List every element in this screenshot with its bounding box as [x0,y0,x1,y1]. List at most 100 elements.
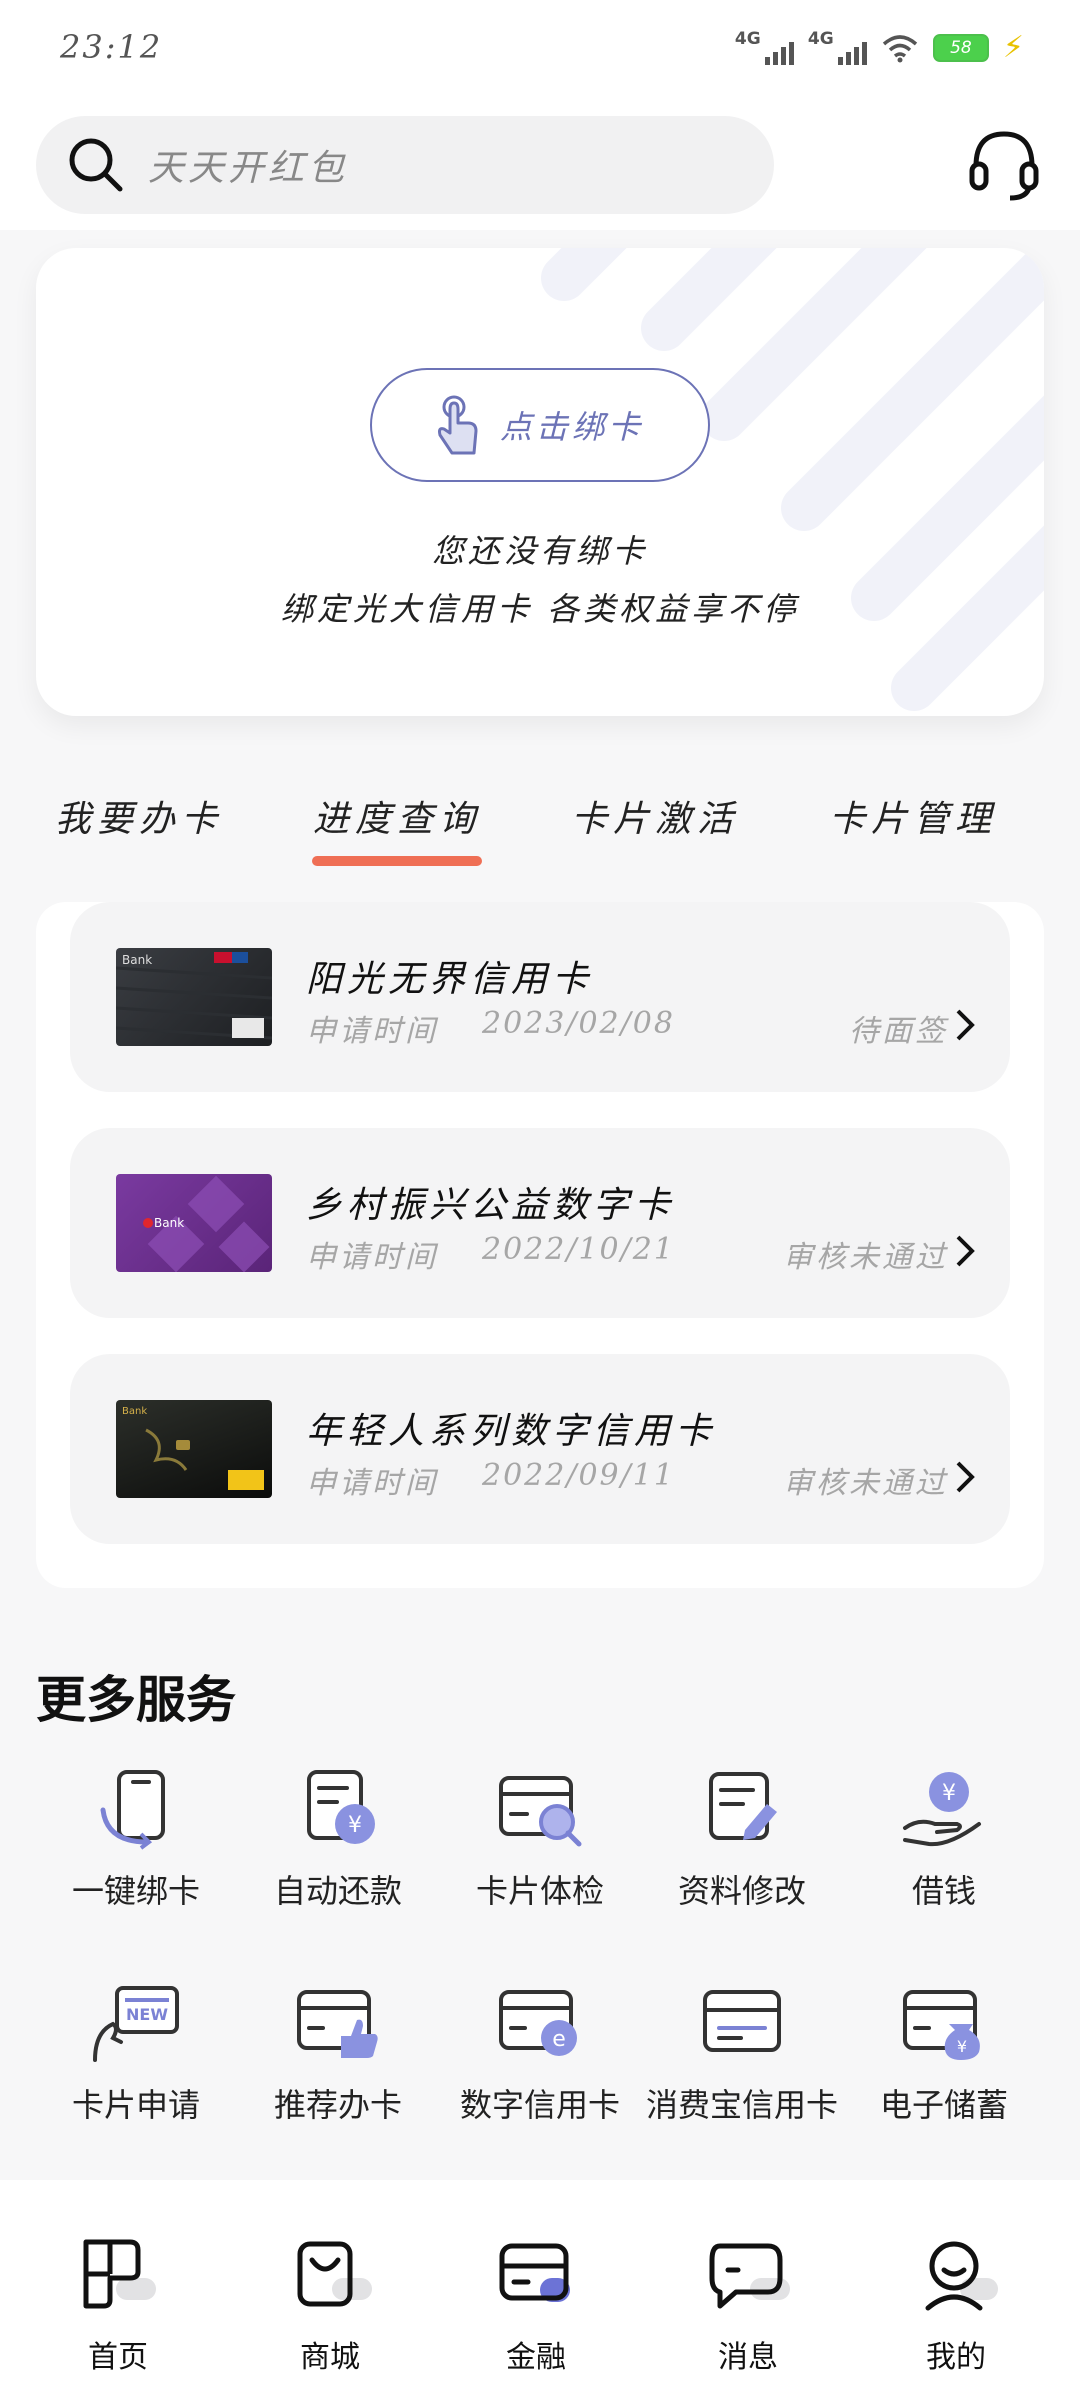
nav-message[interactable]: 消息 [668,2238,828,2376]
list-item[interactable]: Bank 阳光无界信用卡 申请时间 2023/02/08 待面签 [70,902,1010,1092]
profile-icon [925,2241,998,2311]
auto-repay-icon: ¥ [307,1770,375,1844]
status-icons: 4G 4G 58 ⚡ [734,28,1024,66]
tab-apply-card[interactable]: 我要办卡 [24,790,254,842]
service-recommend-card[interactable]: 推荐办卡 [238,1984,438,2126]
card-thumbnail: Bank [116,1174,272,1272]
application-date: 2023/02/08 [482,1006,675,1041]
card-name: 乡村振兴公益数字卡 [306,1185,676,1226]
nav-label: 消息 [718,2340,778,2375]
card-name: 年轻人系列数字信用卡 [306,1411,717,1452]
borrow-money-icon: ¥ [903,1772,981,1847]
wifi-icon [882,34,918,62]
nav-home[interactable]: 首页 [38,2238,198,2376]
card-bank-text: Bank [154,1216,184,1230]
new-card-icon: NEW [93,1986,179,2062]
list-item[interactable]: Bank 年轻人系列数字信用卡 申请时间 2022/09/11 审核未通过 [70,1354,1010,1544]
service-bind-card[interactable]: 一键绑卡 [36,1770,236,1912]
application-status: 审核未通过 [783,1466,948,1501]
chevron-right-icon [956,1009,975,1041]
nav-label: 金融 [506,2340,566,2375]
dark-platinum-card-icon: Bank [116,952,272,1040]
no-card-message: 您还没有绑卡 [431,532,648,570]
nav-mall[interactable]: 商城 [250,2238,410,2376]
service-label: 一键绑卡 [71,1872,200,1910]
bind-card-panel: 点击绑卡 您还没有绑卡 绑定光大信用卡 各类权益享不停 [36,248,1044,716]
application-status: 审核未通过 [783,1240,948,1275]
tab-card-management[interactable]: 卡片管理 [798,790,1028,842]
application-list: Bank 阳光无界信用卡 申请时间 2023/02/08 待面签 Bank 乡村… [36,902,1044,1588]
nav-finance[interactable]: 金融 [456,2238,616,2376]
service-e-savings[interactable]: ¥ 电子储蓄 [844,1984,1044,2126]
card-check-icon [499,1776,582,1847]
decorative-stripes [541,248,1044,711]
chevron-right-icon [956,1235,975,1267]
chevron-right-icon [956,1461,975,1493]
signal-label: 4G [734,28,761,49]
bottom-nav: 首页 商城 金融 消息 我的 [0,2180,1080,2400]
nav-profile[interactable]: 我的 [876,2238,1036,2376]
service-digital-card[interactable]: e 数字信用卡 [440,1984,640,2126]
digital-card-icon: e [499,1990,577,2056]
purple-card-icon: Bank [143,1175,270,1272]
search-header: 天天开红包 [0,100,1080,230]
application-status: 待面签 [849,1014,948,1049]
service-borrow[interactable]: ¥ 借钱 [844,1770,1044,1912]
bind-card-button-label: 点击绑卡 [499,408,644,446]
service-edit-info[interactable]: 资料修改 [642,1770,842,1912]
bind-benefit-message: 绑定光大信用卡 各类权益享不停 [280,590,800,628]
svg-text:e: e [552,2027,566,2052]
card-name: 阳光无界信用卡 [306,959,594,1000]
search-icon [69,138,123,192]
nav-label: 商城 [300,2340,360,2375]
search-placeholder: 天天开红包 [148,148,349,189]
service-label: 电子储蓄 [879,2086,1008,2124]
service-label: 消费宝信用卡 [645,2086,838,2124]
service-label: 资料修改 [677,1872,806,1910]
svg-text:¥: ¥ [942,1781,956,1806]
edit-info-icon [709,1772,777,1840]
signal-icon: 4G [734,28,794,65]
nav-label: 首页 [88,2340,148,2375]
headset-icon[interactable] [966,126,1042,202]
tap-hand-icon [437,395,478,455]
search-bar[interactable]: 天天开红包 [36,116,774,214]
phone-card-icon [100,1770,165,1850]
consumer-card-icon [703,1990,781,2052]
mall-icon [297,2241,372,2307]
service-auto-repay[interactable]: ¥ 自动还款 [238,1770,438,1912]
service-label: 卡片体检 [475,1872,604,1910]
svg-text:¥: ¥ [957,2037,967,2056]
application-time-label: 申请时间 [306,1240,438,1275]
svg-text:¥: ¥ [348,1813,362,1838]
nav-label: 我的 [926,2340,986,2375]
status-bar: 23:12 4G 4G 58 ⚡ [0,0,1080,100]
application-date: 2022/09/11 [482,1458,675,1493]
application-date: 2022/10/21 [482,1232,675,1267]
signal-icon-2: 4G [808,29,867,65]
service-card-apply[interactable]: NEW 卡片申请 [36,1984,236,2126]
message-icon [709,2243,790,2309]
finance-icon [499,2243,570,2302]
list-item[interactable]: Bank 乡村振兴公益数字卡 申请时间 2022/10/21 审核未通过 [70,1128,1010,1318]
bind-card-button[interactable]: 点击绑卡 [370,368,710,482]
e-savings-icon: ¥ [903,1990,980,2060]
service-consumer-card[interactable]: 消费宝信用卡 [642,1984,842,2126]
more-services-title: 更多服务 [36,1671,236,1729]
new-badge: NEW [126,2005,168,2024]
tab-progress-query[interactable]: 进度查询 [282,790,512,866]
charging-icon: ⚡ [1002,30,1024,65]
card-bank-text: Bank [122,1406,147,1417]
service-card-check[interactable]: 卡片体检 [440,1770,640,1912]
tab-card-activation[interactable]: 卡片激活 [540,790,770,842]
battery-icon: 58 [932,33,989,62]
service-label: 卡片申请 [71,2086,200,2124]
card-thumbnail: Bank [116,948,272,1046]
card-bank-text: Bank [122,953,152,967]
service-label: 自动还款 [273,1872,402,1910]
tab-bar: 我要办卡 进度查询 卡片激活 卡片管理 [0,790,1080,880]
status-time: 23:12 [60,28,163,66]
card-thumbnail: Bank [116,1400,272,1498]
black-gold-card-icon: Bank [122,1406,264,1490]
service-label: 借钱 [911,1872,976,1910]
